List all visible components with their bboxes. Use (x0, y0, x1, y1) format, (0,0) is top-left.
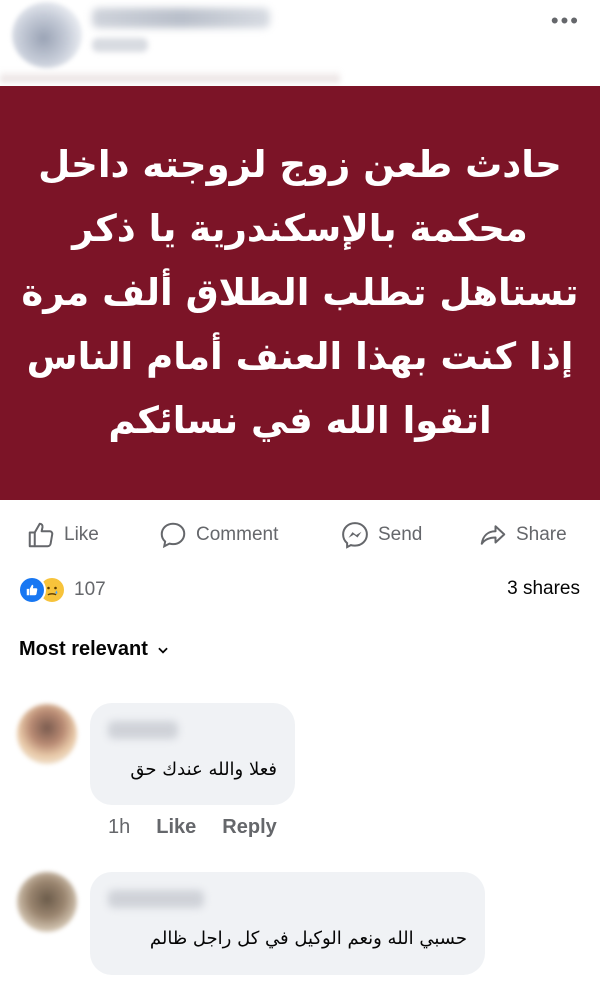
post-action-bar: Like Comment Send Share (0, 512, 600, 558)
reaction-count: 107 (74, 579, 106, 600)
like-label: Like (64, 524, 99, 545)
comment-timestamp[interactable]: 1h (108, 816, 130, 839)
like-reaction-icon (18, 576, 46, 604)
post-header: ••• (0, 0, 600, 86)
shares-count[interactable]: 3 shares (507, 578, 580, 600)
reactions-summary[interactable]: 107 (18, 575, 106, 605)
chevron-down-icon (158, 647, 168, 654)
commenter-name-blurred[interactable] (108, 721, 178, 739)
post-meta-blurred (92, 38, 148, 52)
like-button[interactable]: Like (26, 512, 99, 558)
send-label: Send (378, 524, 423, 545)
more-options-button[interactable]: ••• (551, 10, 580, 32)
send-button[interactable]: Send (340, 512, 422, 558)
commenter-avatar[interactable] (17, 872, 77, 932)
comment-button[interactable]: Comment (158, 512, 278, 558)
comment-bubble: حسبي الله ونعم الوكيل في كل راجل ظالم (90, 872, 485, 975)
commenter-name-blurred[interactable] (108, 890, 204, 908)
banner-line-5: اتقوا الله في نسائكم (108, 399, 492, 442)
comment-like-button[interactable]: Like (156, 816, 196, 839)
author-name-blurred[interactable] (92, 8, 270, 28)
header-divider (0, 70, 340, 82)
comment-bubble-icon (160, 522, 186, 549)
share-button[interactable]: Share (478, 512, 567, 558)
post-image-banner[interactable]: حادث طعن زوج لزوجته داخل محكمة بالإسكندر… (0, 86, 600, 500)
author-avatar[interactable] (12, 2, 82, 68)
banner-line-4: إذا كنت بهذا العنف أمام الناس (26, 335, 574, 378)
comment-text: حسبي الله ونعم الوكيل في كل راجل ظالم (149, 928, 467, 949)
share-arrow-icon (480, 525, 506, 545)
ellipsis-icon: ••• (550, 8, 580, 33)
banner-line-1: حادث طعن زوج لزوجته داخل (38, 143, 562, 186)
sort-label: Most relevant (19, 638, 148, 660)
comment-label: Comment (196, 524, 279, 545)
comment-reply-button[interactable]: Reply (222, 816, 276, 839)
comment-bubble: فعلا والله عندك حق (90, 703, 295, 805)
banner-line-2: محكمة بالإسكندرية يا ذكر (72, 207, 528, 250)
comment-actions: 1h Like Reply (108, 816, 277, 839)
comment-text: فعلا والله عندك حق (130, 759, 277, 780)
commenter-avatar[interactable] (17, 704, 77, 764)
messenger-icon (342, 522, 368, 549)
thumbs-up-icon (28, 522, 54, 548)
banner-line-3: تستاهل تطلب الطلاق ألف مرة (21, 271, 579, 314)
share-label: Share (516, 524, 567, 545)
comment-sort-dropdown[interactable]: Most relevant (19, 638, 170, 661)
